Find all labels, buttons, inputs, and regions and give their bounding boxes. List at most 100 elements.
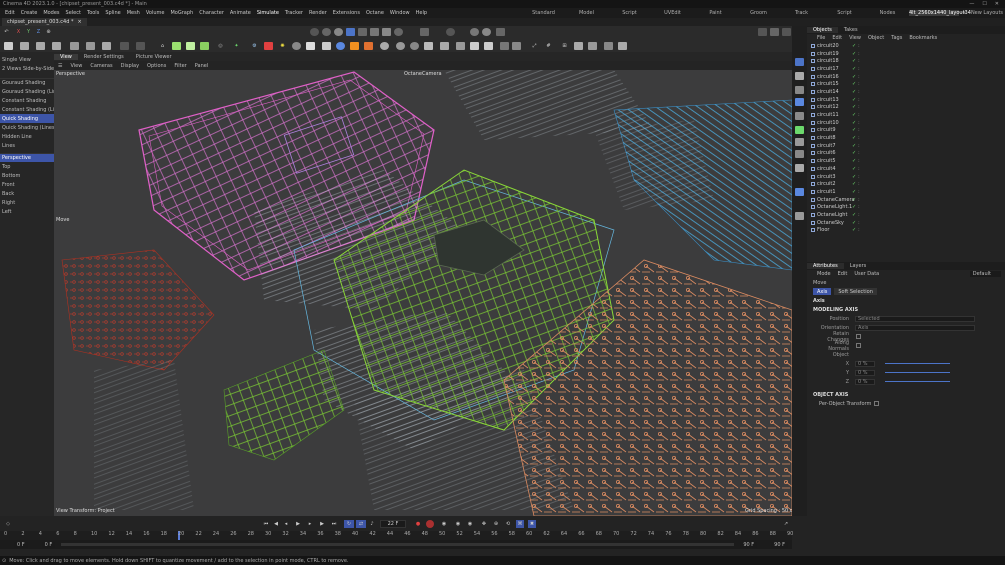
- workplane-icon[interactable]: [446, 28, 455, 36]
- layer-dots-icon[interactable]: :: [858, 189, 860, 195]
- viewport-menu-item[interactable]: Options: [143, 63, 170, 69]
- extrude-tool-icon[interactable]: [795, 126, 804, 134]
- visibility-check-icon[interactable]: ✓: [852, 150, 856, 156]
- render-view-icon[interactable]: [310, 28, 319, 36]
- object-list-item[interactable]: OctaneLight.1 ✓:: [807, 203, 1005, 211]
- attributes-menu-item[interactable]: Mode: [817, 271, 831, 277]
- expand-icon[interactable]: ⤢: [530, 42, 539, 50]
- knife-tool-icon[interactable]: [795, 112, 804, 120]
- prev-frame-icon[interactable]: ◂: [282, 520, 290, 528]
- octane-obj-tag-icon[interactable]: [440, 42, 449, 50]
- joint-icon[interactable]: ✦: [232, 42, 241, 50]
- along-normals-checkbox[interactable]: [856, 343, 861, 348]
- x-slider[interactable]: [885, 363, 950, 364]
- close-tab-icon[interactable]: ×: [77, 19, 81, 25]
- lock-icon[interactable]: [70, 42, 79, 50]
- octane-camera-icon[interactable]: [322, 42, 331, 50]
- object-list-item[interactable]: circuit2 ✓:: [807, 180, 1005, 188]
- view-option[interactable]: Left: [0, 207, 54, 216]
- layout-tab[interactable]: Nodes: [866, 10, 909, 16]
- range-bar[interactable]: 0 F 0 F 90 F 90 F: [0, 540, 792, 549]
- object-list-item[interactable]: circuit12 ✓:: [807, 104, 1005, 112]
- menu-item[interactable]: Mesh: [124, 10, 143, 16]
- visibility-check-icon[interactable]: ✓: [852, 143, 856, 149]
- object-list-item[interactable]: circuit4 ✓:: [807, 165, 1005, 173]
- gear-icon[interactable]: ⚙: [250, 42, 259, 50]
- camera-icon[interactable]: [306, 42, 315, 50]
- locked-workplane-icon[interactable]: [470, 28, 479, 36]
- autokey-icon[interactable]: [426, 520, 434, 528]
- shading-option[interactable]: Lines: [0, 141, 54, 150]
- orientation-dropdown[interactable]: Axis: [855, 324, 975, 331]
- view-option[interactable]: Bottom: [0, 171, 54, 180]
- tab-objects[interactable]: Objects: [807, 27, 838, 33]
- view-option-active[interactable]: Perspective: [0, 153, 54, 162]
- panel-icon[interactable]: [758, 28, 767, 36]
- object-list-item[interactable]: OctaneCamera ✓:: [807, 196, 1005, 204]
- layout-tab[interactable]: Script: [608, 10, 651, 16]
- viewport-menu-item[interactable]: Cameras: [86, 63, 116, 69]
- uv-mode-icon[interactable]: [420, 28, 429, 36]
- layer-dots-icon[interactable]: :: [858, 104, 860, 110]
- layer-dots-icon[interactable]: :: [858, 174, 860, 180]
- visibility-check-icon[interactable]: ✓: [852, 43, 856, 49]
- render-icon[interactable]: [322, 28, 331, 36]
- viewport-quad-icon[interactable]: [618, 42, 627, 50]
- start-frame-field[interactable]: 0 F: [14, 541, 28, 548]
- attributes-menu-item[interactable]: Edit: [838, 271, 848, 277]
- menu-item[interactable]: Help: [413, 10, 430, 16]
- octane-env-icon[interactable]: [396, 42, 405, 50]
- objects-menu-item[interactable]: Bookmarks: [909, 35, 937, 41]
- visibility-check-icon[interactable]: ✓: [852, 74, 856, 80]
- goto-end-icon[interactable]: ⏭: [330, 520, 338, 528]
- layer-dots-icon[interactable]: :: [858, 51, 860, 57]
- layer-dots-icon[interactable]: :: [858, 212, 860, 218]
- object-list-item[interactable]: circuit19 ✓:: [807, 50, 1005, 58]
- octane-tools-icon[interactable]: [512, 42, 521, 50]
- visibility-check-icon[interactable]: ✓: [852, 58, 856, 64]
- visibility-check-icon[interactable]: ✓: [852, 197, 856, 203]
- layer-dots-icon[interactable]: :: [858, 127, 860, 133]
- viewport-menu-item[interactable]: View: [66, 63, 86, 69]
- axis-tab-button[interactable]: Axis: [813, 288, 832, 295]
- preview-start-field[interactable]: 0 F: [41, 541, 56, 548]
- menu-item[interactable]: MoGraph: [167, 10, 196, 16]
- menu-item[interactable]: Octane: [363, 10, 387, 16]
- prev-key-icon[interactable]: ◀: [272, 520, 280, 528]
- document-tab[interactable]: chipset_present_003.c4d * ×: [2, 18, 87, 26]
- model-mode-icon[interactable]: [346, 28, 355, 36]
- viewport-menu-item[interactable]: Panel: [191, 63, 213, 69]
- mograph-icon[interactable]: [200, 42, 209, 50]
- object-list-item[interactable]: Floor ✓:: [807, 227, 1005, 235]
- menu-item[interactable]: Animate: [227, 10, 254, 16]
- record-icon[interactable]: [264, 42, 273, 50]
- objects-menu-item[interactable]: Tags: [891, 35, 902, 41]
- preview-end-field[interactable]: 90 F: [740, 541, 758, 548]
- visibility-check-icon[interactable]: ✓: [852, 89, 856, 95]
- shading-option-active[interactable]: Quick Shading: [0, 114, 54, 123]
- layout-tab[interactable]: Model: [565, 10, 608, 16]
- y-slider[interactable]: [885, 372, 950, 373]
- view-option[interactable]: Right: [0, 198, 54, 207]
- viewport-split-icon[interactable]: [588, 42, 597, 50]
- key-rotation-icon[interactable]: ◉: [466, 520, 474, 528]
- objects-menu-item[interactable]: File: [817, 35, 825, 41]
- light-icon[interactable]: ✺: [278, 42, 287, 50]
- cube-icon[interactable]: [172, 42, 181, 50]
- object-list-item[interactable]: circuit5 ✓:: [807, 157, 1005, 165]
- layer-dots-icon[interactable]: :: [858, 220, 860, 226]
- end-frame-field[interactable]: 90 F: [771, 541, 788, 548]
- save-as-icon[interactable]: [52, 42, 61, 50]
- new-layouts-button[interactable]: New Layouts: [969, 10, 1005, 16]
- tab-picture-viewer[interactable]: Picture Viewer: [130, 54, 178, 60]
- layer-dots-icon[interactable]: :: [858, 120, 860, 126]
- layer-dots-icon[interactable]: :: [858, 81, 860, 87]
- preset-dropdown[interactable]: Default: [969, 271, 1001, 277]
- key-scale-icon[interactable]: ⊕: [492, 520, 500, 528]
- visibility-check-icon[interactable]: ✓: [852, 66, 856, 72]
- viewport-menu-item[interactable]: Display: [117, 63, 143, 69]
- objects-menu-item[interactable]: Object: [868, 35, 884, 41]
- paperclip-icon[interactable]: ⌂: [158, 42, 167, 50]
- object-list-item[interactable]: circuit16 ✓:: [807, 73, 1005, 81]
- object-list-item[interactable]: circuit10 ✓:: [807, 119, 1005, 127]
